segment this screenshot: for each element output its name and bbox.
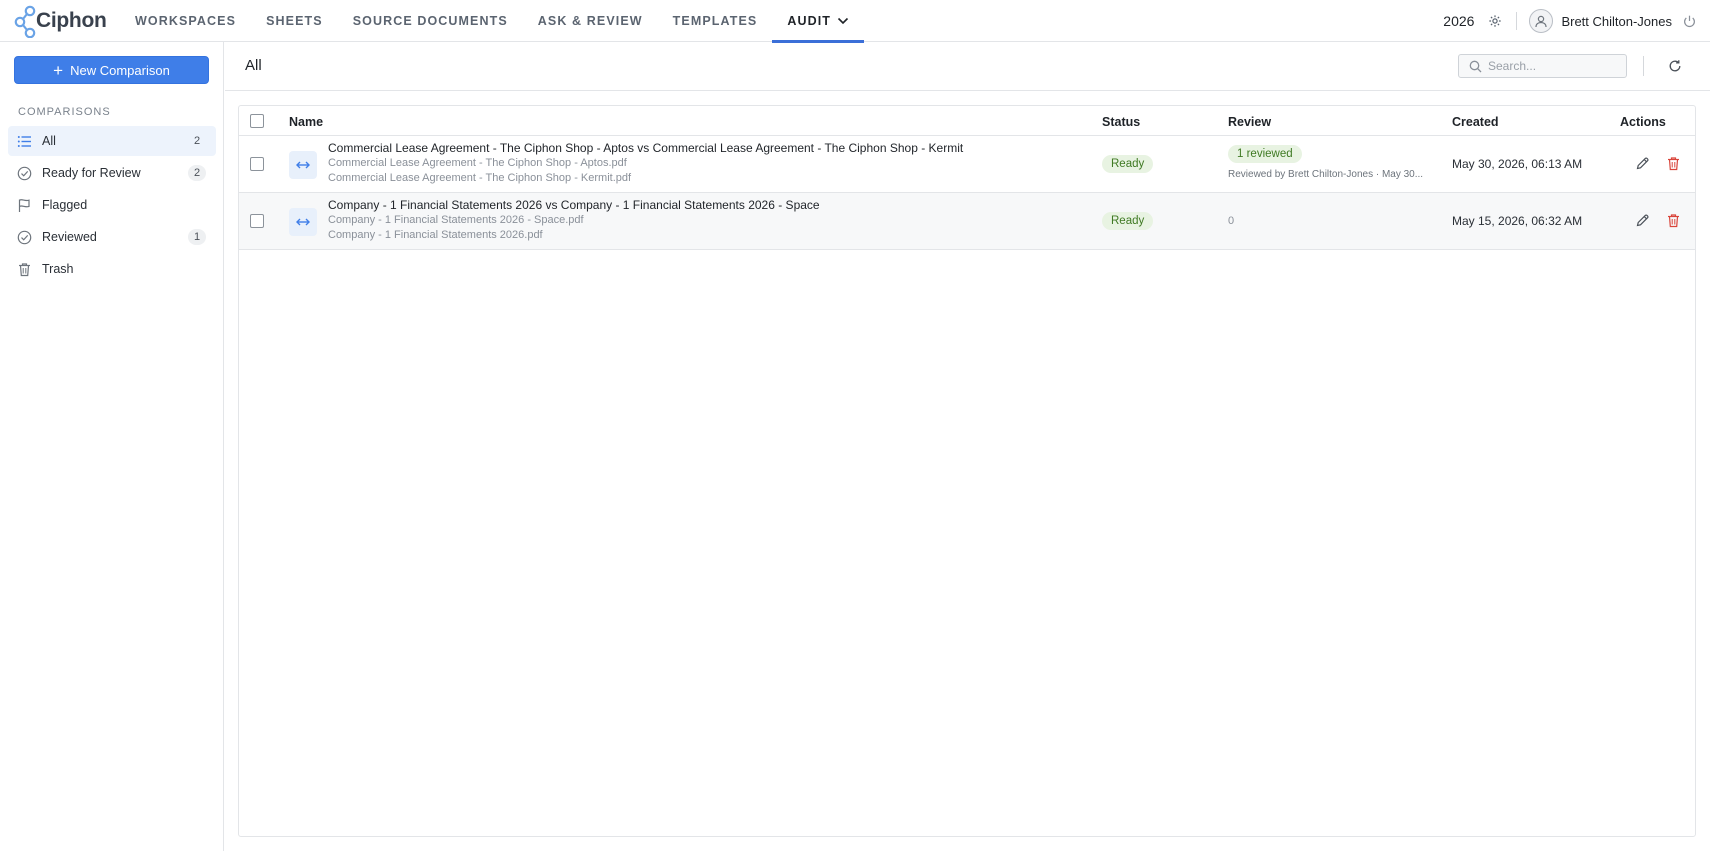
- search-box[interactable]: [1458, 54, 1627, 78]
- table-header: Name Status Review Created Actions: [239, 106, 1695, 136]
- ciphon-logo[interactable]: Ciphon: [14, 4, 107, 38]
- gear-icon[interactable]: [1488, 14, 1502, 28]
- nav-source-documents[interactable]: SOURCE DOCUMENTS: [338, 0, 523, 42]
- header-right: 2026 Brett Chilton-Jones: [1443, 0, 1710, 42]
- source-file-b: Commercial Lease Agreement - The Ciphon …: [328, 172, 632, 184]
- comparison-filter-list: All 2 Ready for Review 2 Flagged Reviewe…: [8, 126, 216, 286]
- sidebar-item-trash[interactable]: Trash: [8, 254, 216, 284]
- column-header-created[interactable]: Created: [1452, 115, 1499, 129]
- sidebar-item-label: Ready for Review: [42, 166, 141, 180]
- user-name[interactable]: Brett Chilton-Jones: [1561, 14, 1672, 29]
- chevron-down-icon: [837, 17, 849, 25]
- sidebar-item-label: Trash: [42, 262, 74, 276]
- sidebar-item-reviewed[interactable]: Reviewed 1: [8, 222, 216, 252]
- source-file-a: Company - 1 Financial Statements 2026 - …: [328, 214, 584, 226]
- header-divider: [1516, 12, 1518, 30]
- table-row[interactable]: Company - 1 Financial Statements 2026 vs…: [239, 193, 1695, 250]
- comparisons-table: Name Status Review Created Actions Comme…: [238, 105, 1696, 837]
- comparisons-section-label: COMPARISONS: [18, 106, 111, 118]
- year-selector[interactable]: 2026: [1443, 13, 1474, 29]
- list-icon: [16, 133, 32, 149]
- search-icon: [1469, 60, 1482, 72]
- content-header: All: [225, 42, 1710, 91]
- nav-audit-label: AUDIT: [787, 14, 832, 28]
- top-navigation-bar: Ciphon WORKSPACES SHEETS SOURCE DOCUMENT…: [0, 0, 1710, 43]
- trash-icon: [16, 261, 32, 277]
- new-comparison-label: New Comparison: [70, 62, 170, 78]
- review-badge: 1 reviewed: [1228, 145, 1302, 163]
- sidebar: + New Comparison COMPARISONS All 2 Ready…: [0, 42, 224, 851]
- created-date: May 15, 2026, 06:32 AM: [1452, 214, 1583, 228]
- compare-arrows-icon: [289, 208, 317, 236]
- status-badge: Ready: [1102, 155, 1154, 173]
- nav-ask-review[interactable]: ASK & REVIEW: [523, 0, 658, 42]
- page-title: All: [245, 57, 262, 74]
- row-checkbox[interactable]: [250, 157, 264, 171]
- power-icon[interactable]: [1682, 14, 1697, 29]
- sidebar-item-all[interactable]: All 2: [8, 126, 216, 156]
- new-comparison-button[interactable]: + New Comparison: [14, 56, 209, 84]
- nav-templates[interactable]: TEMPLATES: [658, 0, 773, 42]
- edit-icon[interactable]: [1635, 156, 1650, 171]
- main-nav: WORKSPACES SHEETS SOURCE DOCUMENTS ASK &…: [120, 0, 864, 43]
- brand-name: Ciphon: [36, 9, 107, 32]
- created-date: May 30, 2026, 06:13 AM: [1452, 157, 1583, 171]
- compare-arrows-icon: [289, 151, 317, 179]
- sidebar-item-ready-for-review[interactable]: Ready for Review 2: [8, 158, 216, 188]
- source-file-a: Commercial Lease Agreement - The Ciphon …: [328, 157, 627, 169]
- avatar[interactable]: [1529, 9, 1554, 33]
- sidebar-item-label: Flagged: [42, 198, 88, 212]
- status-badge: Ready: [1102, 212, 1154, 230]
- review-count: 0: [1228, 215, 1235, 227]
- check-circle-icon: [16, 165, 32, 181]
- column-header-actions: Actions: [1620, 115, 1666, 129]
- nav-workspaces[interactable]: WORKSPACES: [120, 0, 251, 42]
- edit-icon[interactable]: [1635, 213, 1650, 228]
- flag-icon: [16, 197, 32, 213]
- row-checkbox[interactable]: [250, 214, 264, 228]
- comparison-title[interactable]: Commercial Lease Agreement - The Ciphon …: [328, 141, 963, 155]
- column-header-status[interactable]: Status: [1102, 115, 1140, 129]
- header-divider: [1643, 56, 1644, 76]
- plus-icon: +: [53, 60, 64, 80]
- search-input[interactable]: [1488, 59, 1618, 73]
- sidebar-item-label: All: [42, 134, 56, 148]
- count-badge: 2: [193, 135, 201, 147]
- nav-sheets[interactable]: SHEETS: [251, 0, 338, 42]
- count-badge: 1: [188, 229, 206, 245]
- comparison-title[interactable]: Company - 1 Financial Statements 2026 vs…: [328, 198, 820, 212]
- count-badge: 2: [188, 165, 206, 181]
- column-header-review[interactable]: Review: [1228, 115, 1271, 129]
- refresh-icon[interactable]: [1668, 59, 1682, 73]
- table-row[interactable]: Commercial Lease Agreement - The Ciphon …: [239, 136, 1695, 193]
- delete-icon[interactable]: [1666, 213, 1681, 228]
- user-icon: [1535, 15, 1548, 28]
- sidebar-item-label: Reviewed: [42, 230, 97, 244]
- delete-icon[interactable]: [1666, 156, 1681, 171]
- source-file-b: Company - 1 Financial Statements 2026.pd…: [328, 229, 543, 241]
- check-circle-icon: [16, 229, 32, 245]
- column-header-name[interactable]: Name: [289, 115, 323, 129]
- select-all-checkbox[interactable]: [250, 114, 264, 128]
- sidebar-item-flagged[interactable]: Flagged: [8, 190, 216, 220]
- reviewed-by-text: Reviewed by Brett Chilton-Jones · May 30…: [1228, 169, 1424, 180]
- nav-audit[interactable]: AUDIT: [772, 0, 864, 43]
